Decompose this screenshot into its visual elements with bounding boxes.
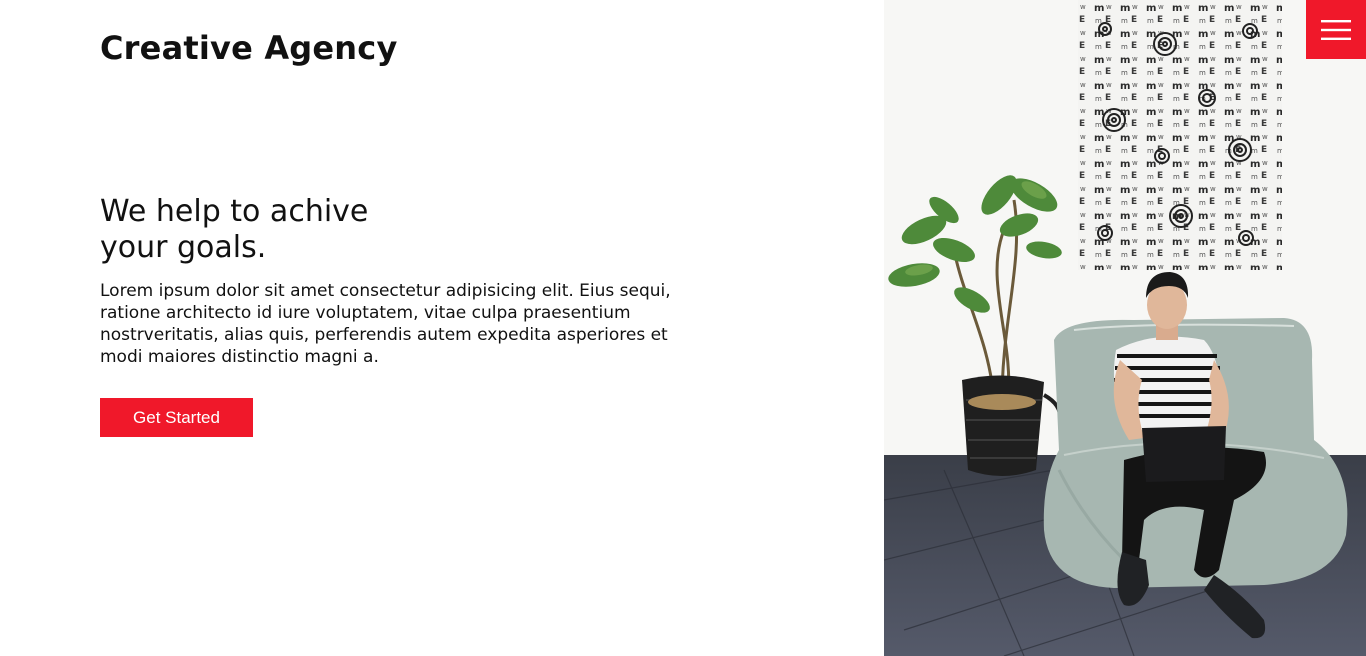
hero-description: Lorem ipsum dolor sit amet consectetur a…: [100, 281, 671, 367]
hero-title: We help to achive your goals.: [100, 194, 369, 265]
brand-logo-text[interactable]: Creative Agency: [100, 28, 398, 68]
get-started-button[interactable]: Get Started: [100, 398, 253, 437]
hamburger-menu-icon: [1321, 19, 1351, 40]
hero-photo-illustration: m E w m: [884, 0, 1366, 656]
landing-page: Creative Agency We help to achive your g…: [0, 0, 1366, 656]
hero-section: We help to achive your goals. Lorem ipsu…: [100, 194, 710, 437]
menu-button[interactable]: [1306, 0, 1366, 59]
hero-photo: m E w m: [884, 0, 1366, 656]
